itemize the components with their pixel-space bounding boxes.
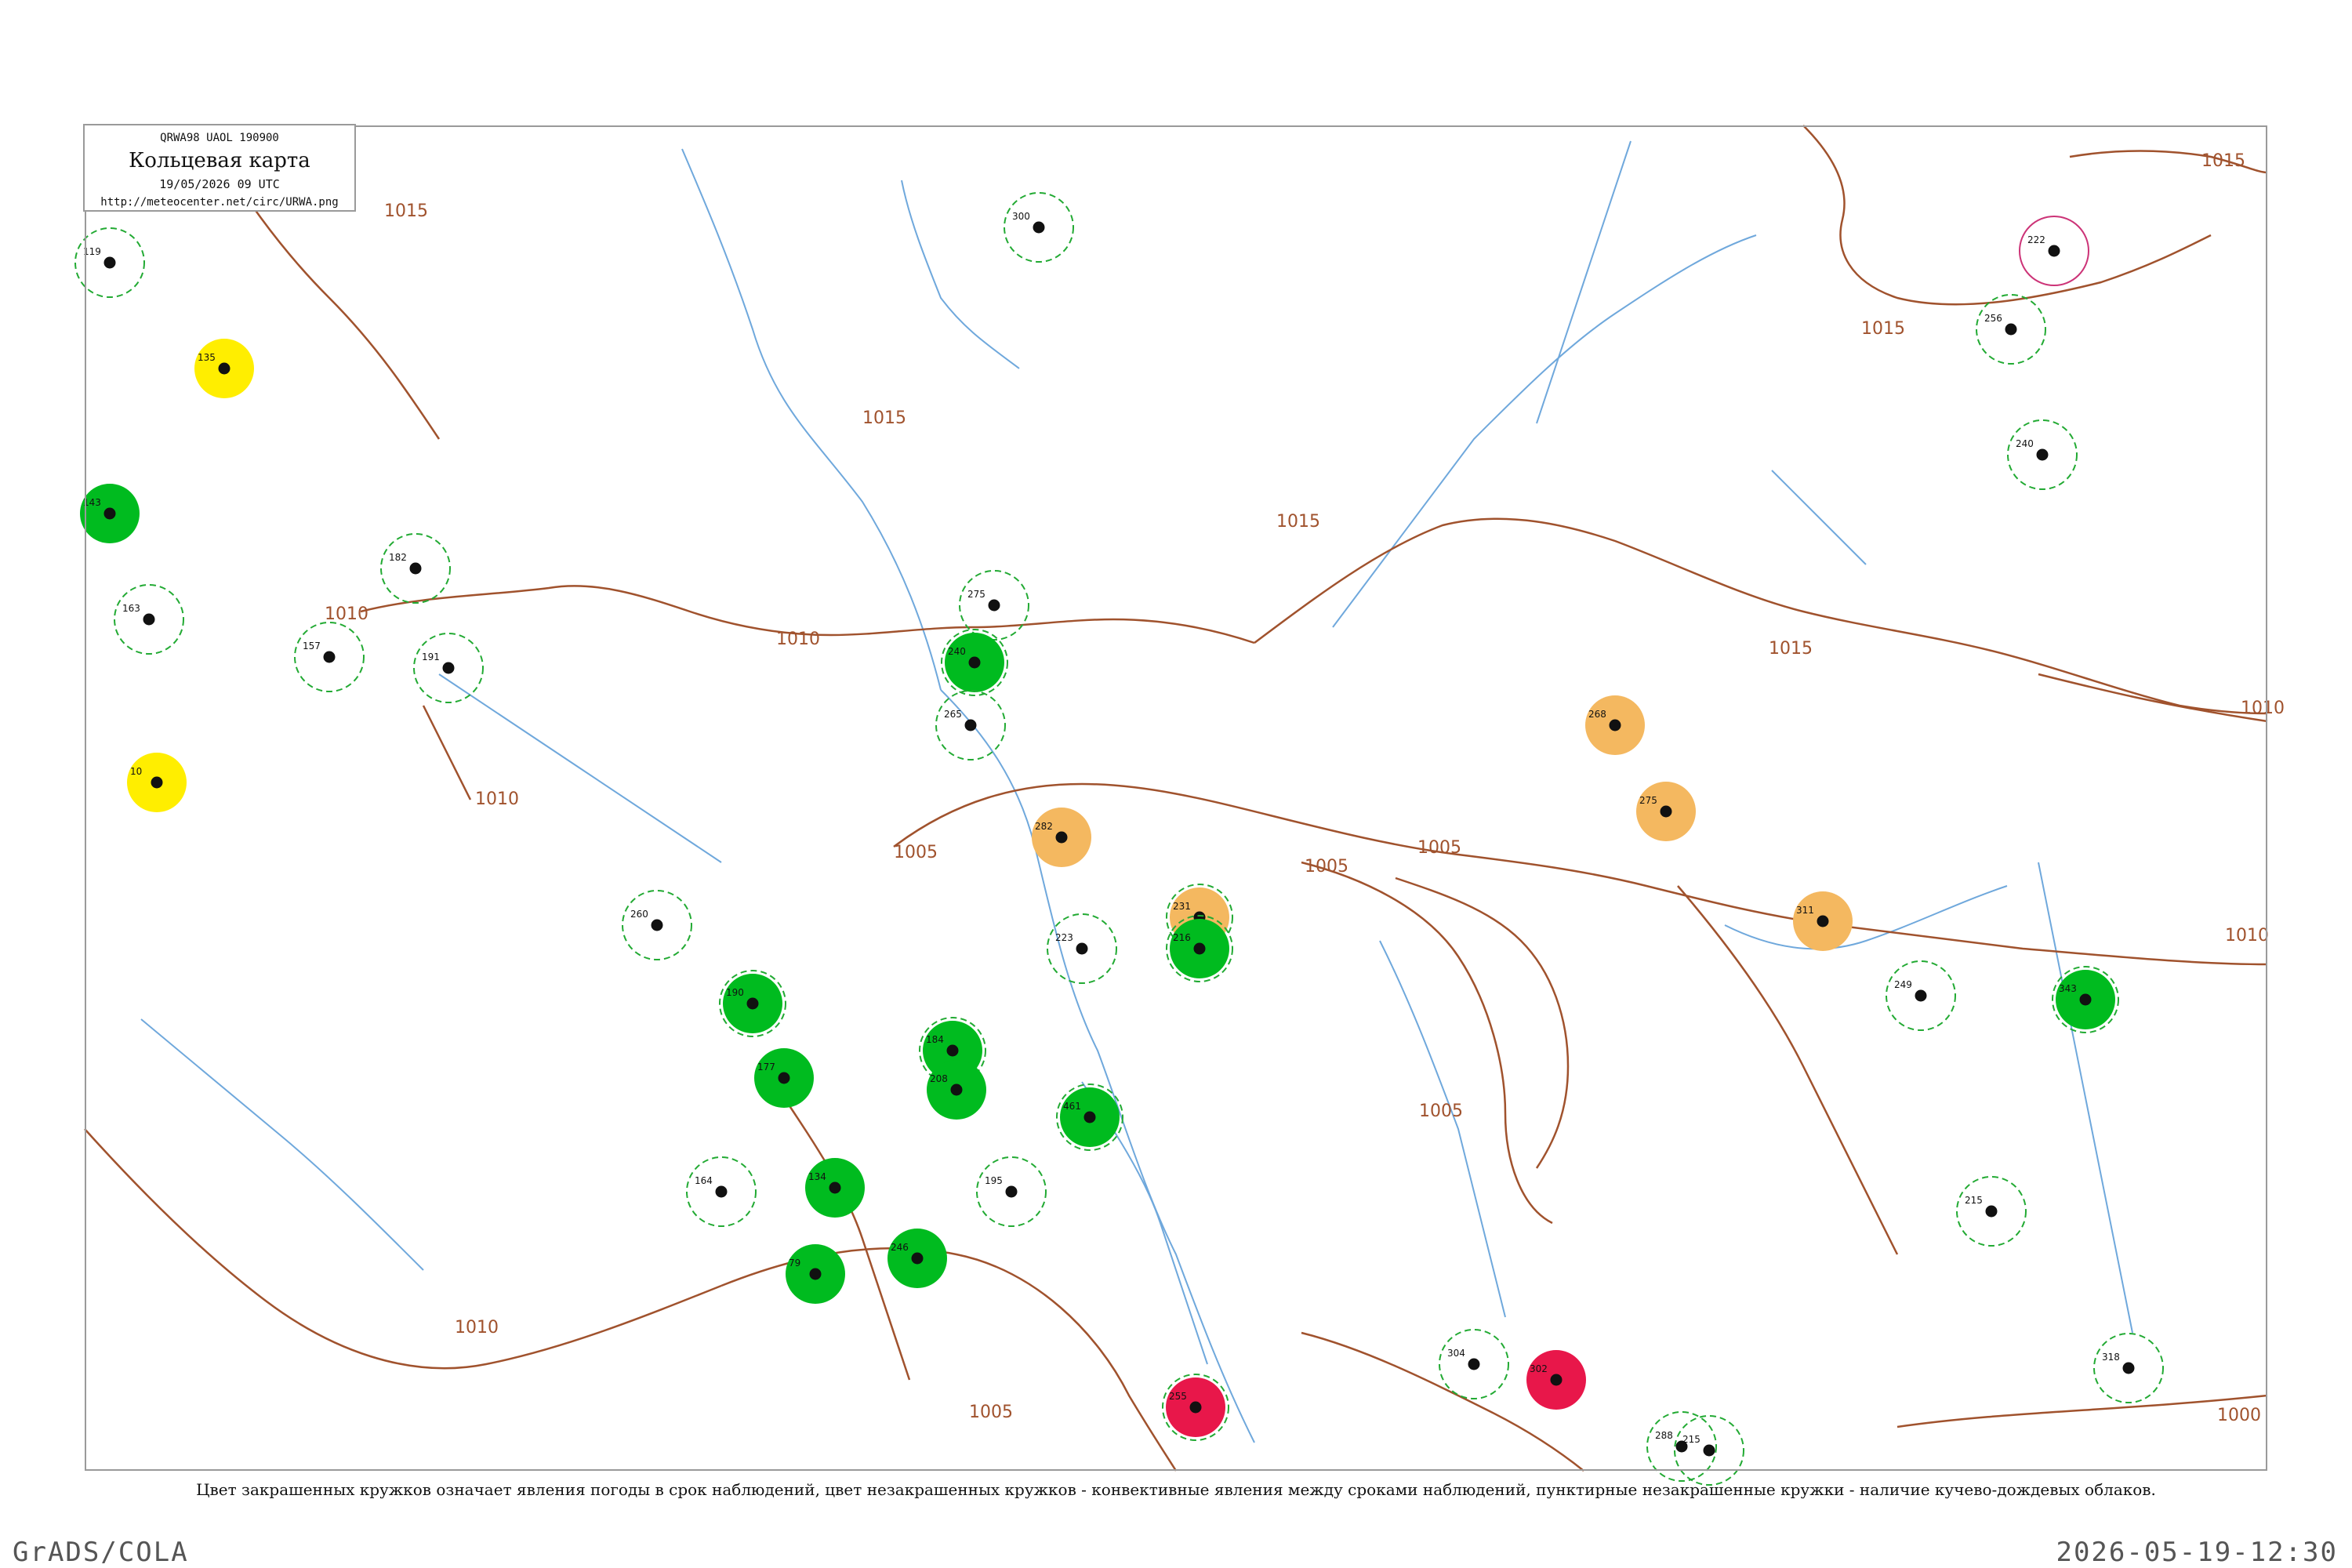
map-frame xyxy=(85,125,2267,1471)
observation-date: 19/05/2026 09 UTC xyxy=(159,177,280,191)
map-title: Кольцевая карта xyxy=(129,149,310,172)
title-box: QRWA98 UAOL 190900 Кольцевая карта 19/05… xyxy=(83,124,356,212)
source-url: http://meteocenter.net/circ/URWA.png xyxy=(100,196,339,209)
bulletin-code: QRWA98 UAOL 190900 xyxy=(160,132,279,144)
grads-brand: GrADS/COLA xyxy=(13,1537,189,1568)
legend-note: Цвет закрашенных кружков означает явлени… xyxy=(196,1480,2156,1499)
render-timestamp: 2026-05-19-12:30 xyxy=(2056,1537,2338,1568)
